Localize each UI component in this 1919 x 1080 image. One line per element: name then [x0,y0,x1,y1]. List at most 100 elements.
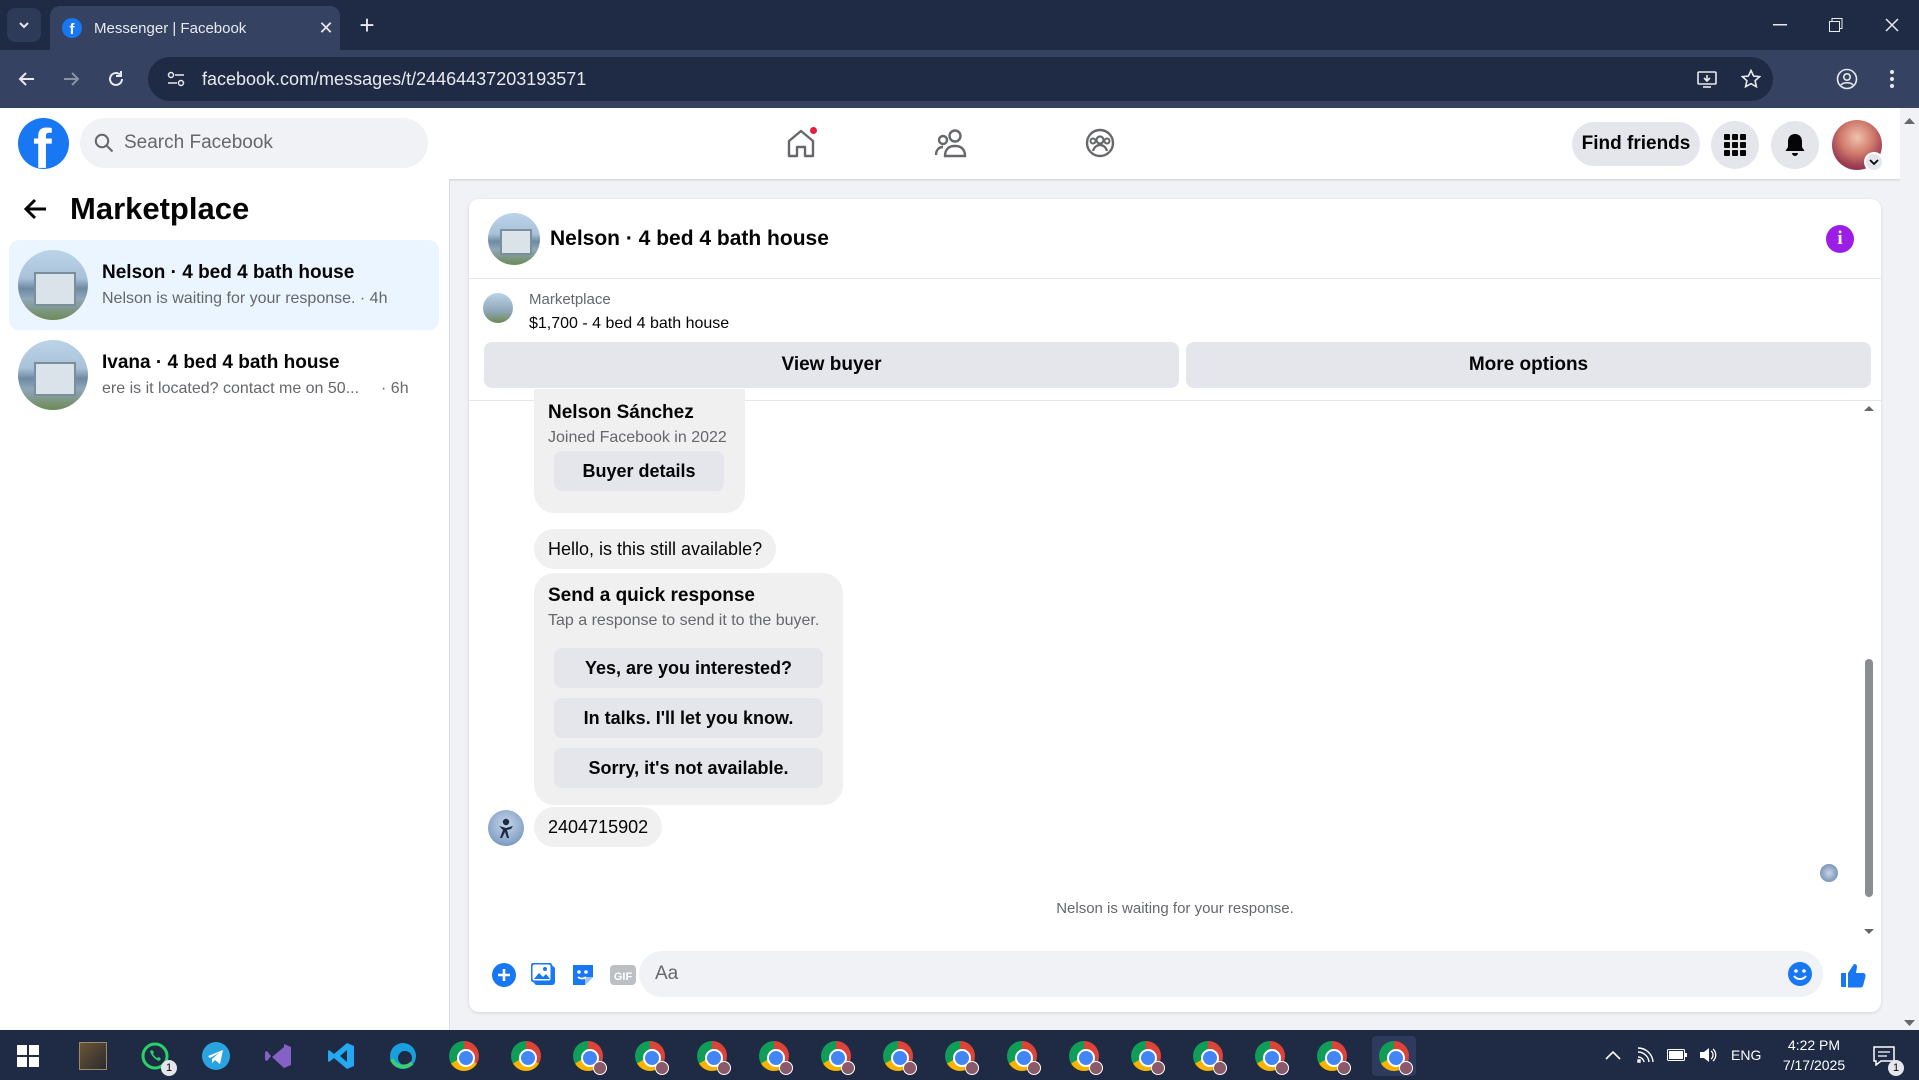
chrome-profile-icon[interactable] [1248,1036,1292,1076]
account-avatar[interactable] [1832,120,1884,172]
svg-text:GIF: GIF [614,971,633,983]
restore-icon[interactable] [1808,0,1864,50]
chrome-logo [1193,1041,1227,1075]
back-icon[interactable] [12,64,42,94]
notification-center-icon[interactable]: 1 [1862,1036,1906,1076]
search-bar[interactable] [80,118,428,168]
seen-avatar [1820,864,1838,882]
visual-studio-icon[interactable] [256,1036,300,1076]
groups-nav-icon[interactable] [1070,120,1130,166]
tray-chevron-up-icon[interactable] [1605,1050,1621,1060]
chrome-profile-icon[interactable] [752,1036,796,1076]
chrome-profile-icon[interactable] [1186,1036,1230,1076]
volume-icon[interactable] [1699,1047,1717,1063]
listing-thumbnail [18,340,88,410]
quick-response-option[interactable]: Yes, are you interested? [554,648,823,688]
search-input[interactable] [124,132,404,154]
friends-nav-icon[interactable] [921,120,981,166]
battery-icon[interactable] [1667,1049,1687,1061]
chrome-profile-icon[interactable] [1124,1036,1168,1076]
conversation-item-nelson[interactable]: Nelson · 4 bed 4 bath house Nelson is wa… [9,240,439,330]
whatsapp-icon[interactable]: 1 [133,1036,177,1076]
windows-taskbar: 1 ENG 4:22 PM 7/17/2025 1 [0,1030,1919,1080]
vscode-icon[interactable] [319,1036,363,1076]
notification-badge: 1 [1888,1060,1904,1076]
chat-title[interactable]: Nelson · 4 bed 4 bath house [550,227,829,251]
thumbs-up-icon[interactable] [1838,961,1868,989]
scroll-up-icon[interactable] [1863,404,1875,412]
message-composer: GIF [469,944,1881,1002]
page-scroll-down-icon[interactable] [1900,1018,1919,1030]
omnibox[interactable]: facebook.com/messages/t/2446443720319357… [148,57,1773,101]
page-scrollbar[interactable] [1900,108,1919,1030]
wifi-icon[interactable] [1637,1047,1655,1063]
bookmark-star-icon[interactable] [1729,69,1773,89]
scrollbar-thumb[interactable] [1865,659,1873,897]
close-window-icon[interactable] [1864,0,1919,50]
site-settings-icon[interactable] [156,71,196,87]
conversation-item-ivana[interactable]: Ivana · 4 bed 4 bath house ere is it loc… [9,330,439,420]
home-nav-icon[interactable] [771,120,831,166]
scroll-down-icon[interactable] [1863,928,1875,936]
chrome-profile-icon[interactable] [628,1036,672,1076]
info-icon[interactable]: i [1826,225,1854,253]
new-tab-icon[interactable]: + [352,10,382,40]
menu-grid-icon[interactable] [1711,121,1759,169]
whatsapp-badge: 1 [161,1060,177,1076]
quick-response-option[interactable]: Sorry, it's not available. [554,748,823,788]
chrome-profile-icon[interactable] [876,1036,920,1076]
message-input[interactable] [655,963,1787,985]
chrome-profile-icon[interactable] [1000,1036,1044,1076]
minimize-icon[interactable] [1752,0,1808,50]
message-input-box[interactable] [639,951,1823,997]
message-bubble: 2404715902 [534,807,663,847]
buyer-details-button[interactable]: Buyer details [554,451,724,491]
emoji-icon[interactable] [1787,961,1813,987]
quick-response-option[interactable]: In talks. I'll let you know. [554,698,823,738]
profile-icon[interactable] [1832,64,1862,94]
install-app-icon[interactable] [1685,70,1729,88]
chrome-profile-icon[interactable] [814,1036,858,1076]
chrome-icon[interactable] [442,1036,486,1076]
chat-listing-thumbnail[interactable] [488,212,540,265]
facebook-logo-icon[interactable]: f [18,118,69,169]
conversation-name: Nelson · 4 bed 4 bath house [102,262,355,283]
gif-icon[interactable]: GIF [609,961,637,989]
chrome-profile-icon[interactable] [938,1036,982,1076]
page-scroll-up-icon[interactable] [1900,114,1919,126]
account-chevron-icon[interactable] [1864,152,1884,172]
chrome-profile-icon[interactable] [1062,1036,1106,1076]
back-arrow-icon[interactable] [24,198,48,220]
sticker-icon[interactable] [569,961,597,989]
language-indicator[interactable]: ENG [1731,1047,1761,1063]
conversation-preview: Nelson is waiting for your response. · 4… [102,290,388,307]
edge-icon[interactable] [381,1036,425,1076]
tab-search-chevron-icon[interactable] [7,8,41,42]
buyer-card: Nelson Sánchez Joined Facebook in 2022 B… [534,389,745,513]
chrome-logo [883,1041,917,1075]
sender-avatar[interactable] [488,810,524,846]
chrome-icon[interactable] [504,1036,548,1076]
reload-icon[interactable] [101,64,131,94]
chat-scrollbar[interactable] [1863,404,1875,936]
telegram-icon[interactable] [194,1036,238,1076]
add-attachment-icon[interactable] [490,961,518,989]
chrome-profile-icon-active[interactable] [1372,1036,1416,1076]
chrome-profile-icon[interactable] [566,1036,610,1076]
chrome-profile-icon[interactable] [1310,1036,1354,1076]
notifications-bell-icon[interactable] [1771,121,1819,169]
photo-icon[interactable] [530,961,558,989]
view-buyer-button[interactable]: View buyer [484,342,1179,388]
close-tab-icon[interactable]: ✕ [312,18,340,39]
browser-menu-icon[interactable] [1877,64,1907,94]
photo-app-icon[interactable] [71,1036,115,1076]
find-friends-button[interactable]: Find friends [1572,122,1700,166]
browser-tab-messenger[interactable]: f Messenger | Facebook ✕ [50,6,340,50]
clock[interactable]: 4:22 PM 7/17/2025 [1764,1035,1864,1075]
more-options-button[interactable]: More options [1186,342,1871,388]
listing-summary[interactable]: Marketplace $1,700 - 4 bed 4 bath house [483,291,729,333]
windows-start-icon[interactable] [6,1036,50,1076]
listing-source: Marketplace [529,291,611,308]
chrome-profile-icon[interactable] [690,1036,734,1076]
forward-icon[interactable] [56,64,86,94]
